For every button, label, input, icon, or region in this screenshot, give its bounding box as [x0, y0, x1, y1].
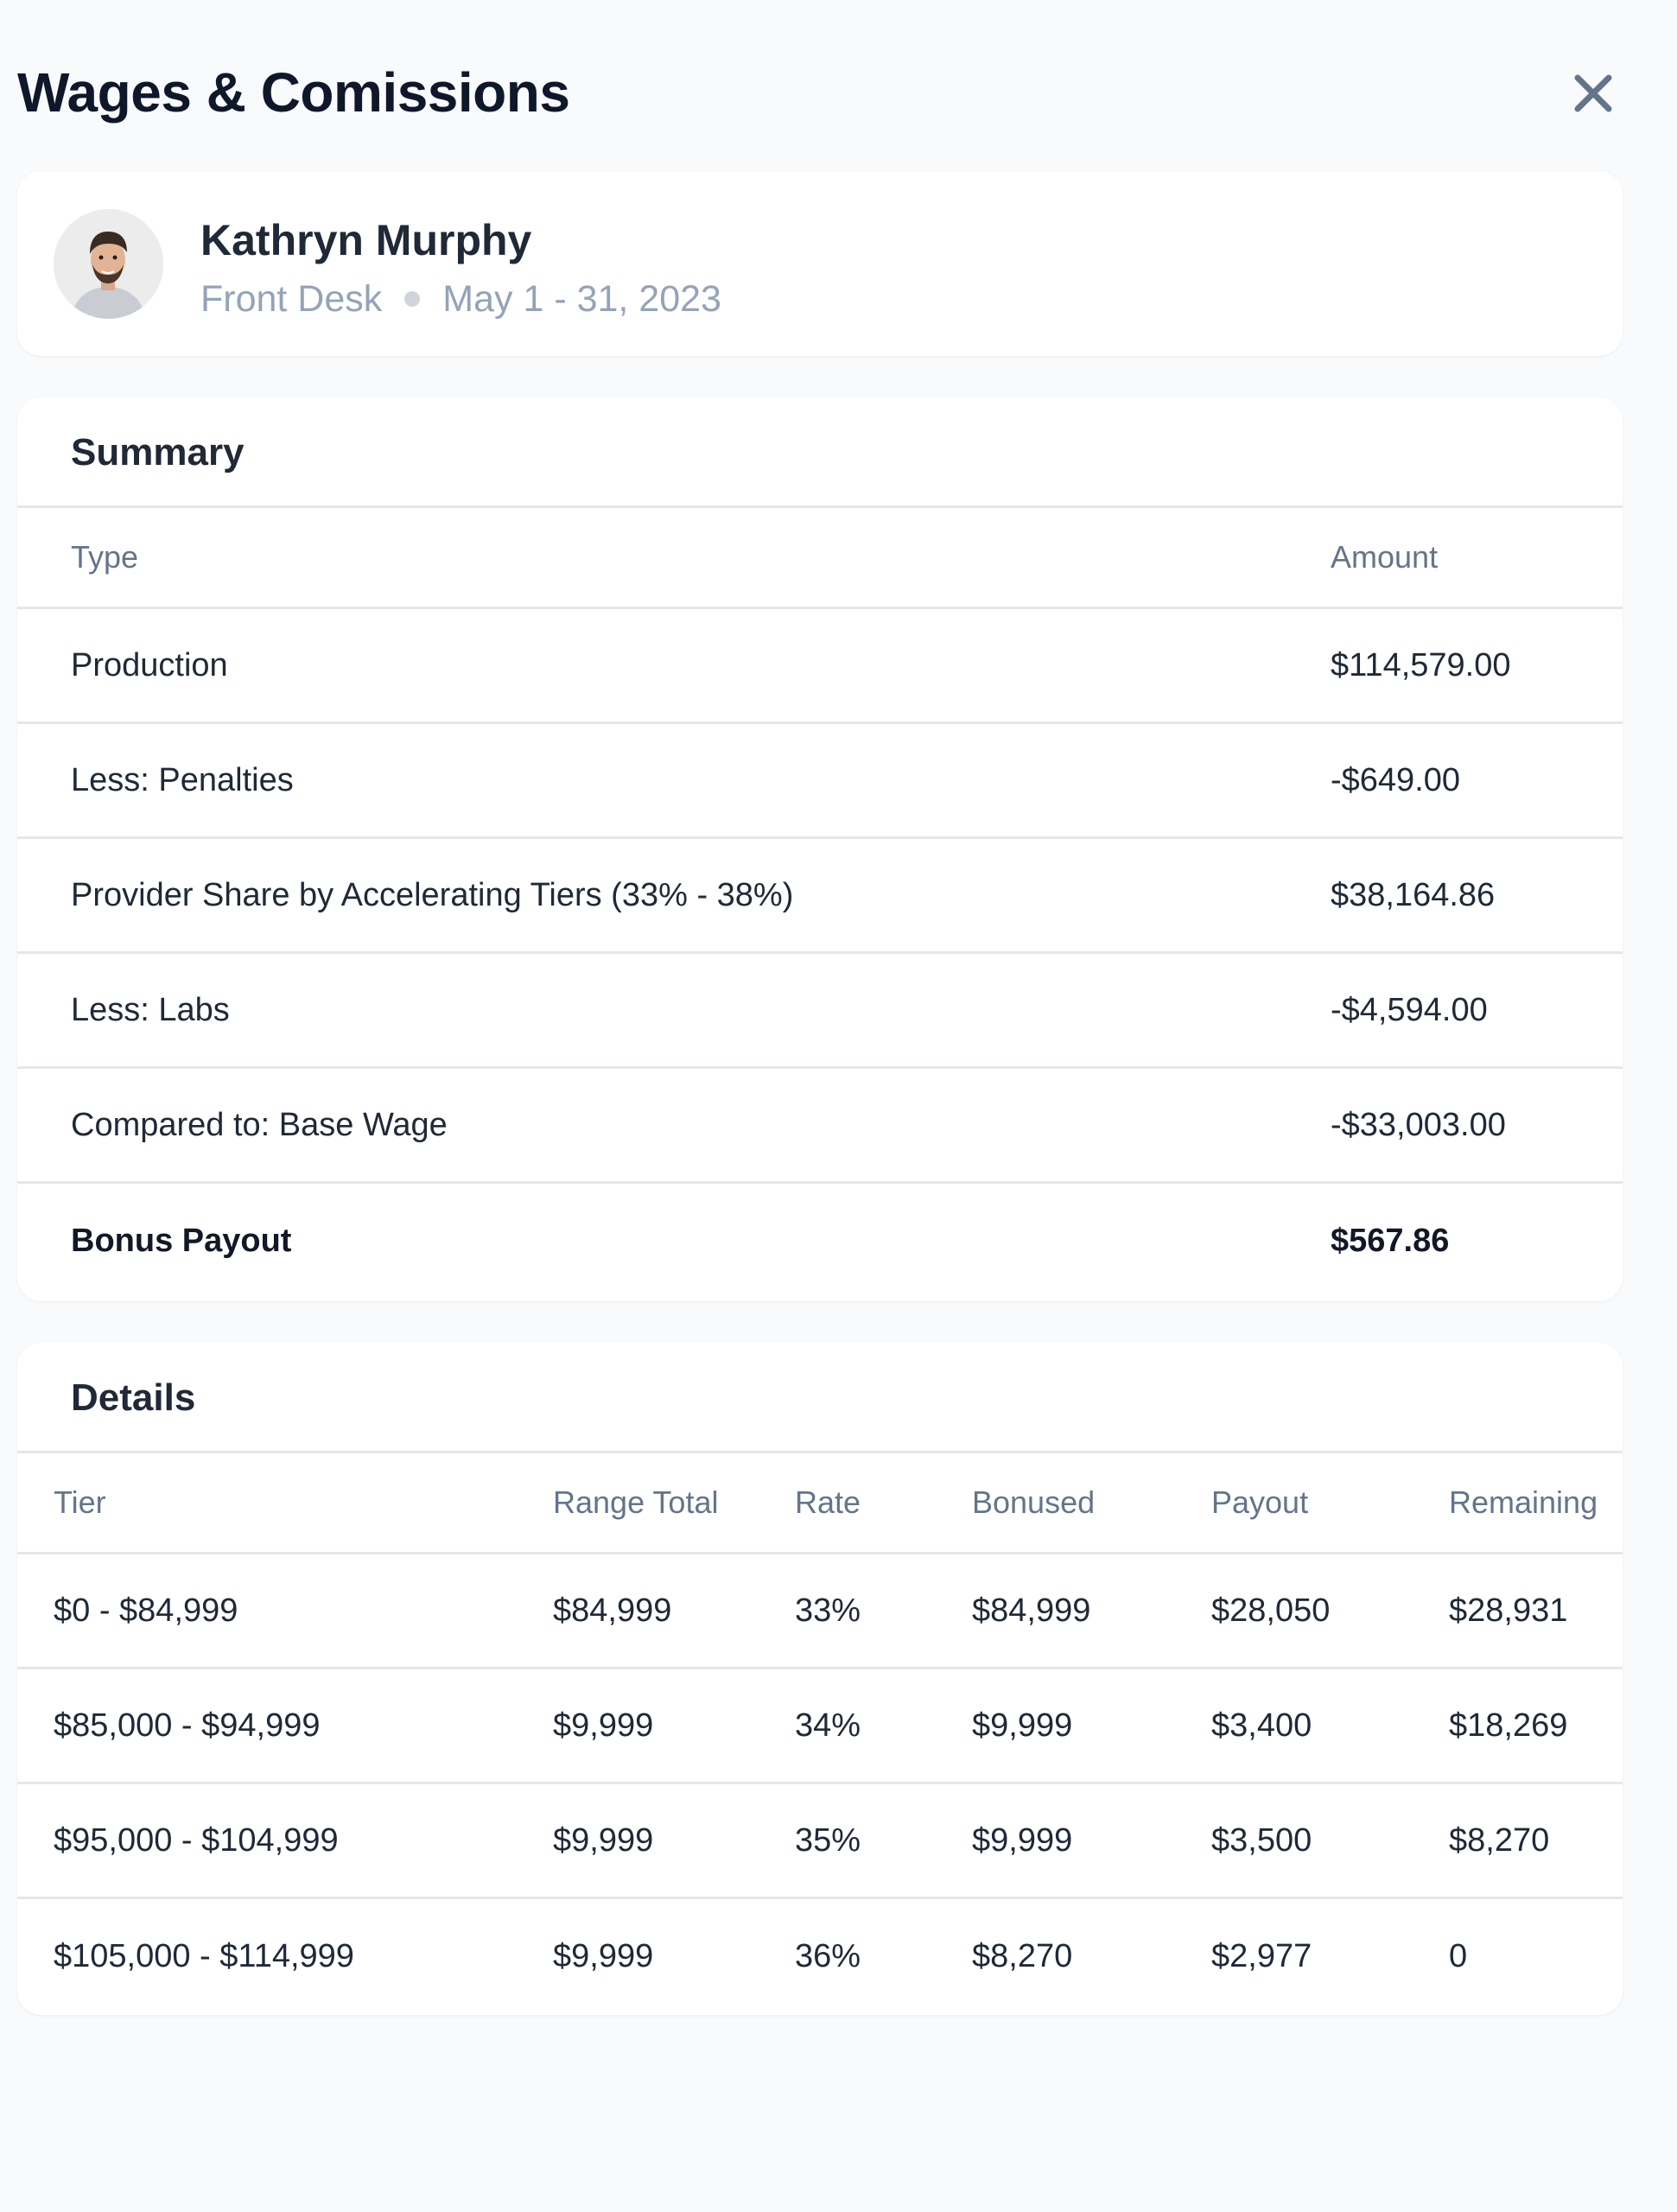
- column-header-rate: Rate: [795, 1484, 861, 1520]
- remaining-cell: 0: [1449, 1938, 1468, 1974]
- remaining-cell: $28,931: [1449, 1592, 1568, 1629]
- summary-type: Production: [71, 646, 228, 683]
- avatar-photo: [54, 209, 163, 319]
- summary-type: Less: Labs: [71, 991, 230, 1028]
- rate-cell: 36%: [795, 1938, 861, 1974]
- column-header-tier: Tier: [54, 1484, 106, 1520]
- close-button[interactable]: [1564, 64, 1623, 123]
- tier-cell: $85,000 - $94,999: [54, 1707, 321, 1744]
- summary-amount: -$33,003.00: [1331, 1106, 1506, 1143]
- details-title: Details: [17, 1343, 1623, 1453]
- close-icon: [1574, 74, 1612, 112]
- profile-name: Kathryn Murphy: [200, 216, 532, 264]
- rate-cell: 34%: [795, 1707, 861, 1744]
- bonused-cell: $8,270: [972, 1938, 1073, 1974]
- summary-type: Compared to: Base Wage: [71, 1106, 448, 1143]
- details-header-row: Tier Range Total Rate Bonused Payout Rem…: [17, 1453, 1623, 1554]
- summary-row-labs: Less: Labs -$4,594.00: [17, 954, 1623, 1069]
- remaining-cell: $18,269: [1449, 1707, 1568, 1744]
- tier-cell: $95,000 - $104,999: [54, 1821, 339, 1859]
- payout-cell: $2,977: [1211, 1938, 1312, 1974]
- bonused-cell: $9,999: [972, 1821, 1073, 1859]
- remaining-cell: $8,270: [1449, 1821, 1550, 1859]
- profile-meta: Front Desk May 1 - 31, 2023: [200, 273, 721, 325]
- summary-amount: $38,164.86: [1331, 876, 1496, 913]
- summary-header-row: Type Amount: [17, 508, 1623, 609]
- bonused-cell: $84,999: [972, 1592, 1091, 1629]
- summary-amount: -$649.00: [1331, 761, 1461, 798]
- table-row: $95,000 - $104,999 $9,999 35% $9,999 $3,…: [17, 1784, 1623, 1899]
- summary-row-production: Production $114,579.00: [17, 609, 1623, 724]
- summary-row-provider-share: Provider Share by Accelerating Tiers (33…: [17, 839, 1623, 954]
- summary-card: Summary Type Amount Production $114,579.…: [17, 397, 1623, 1301]
- profile-period: May 1 - 31, 2023: [442, 278, 721, 320]
- separator-dot: [404, 291, 421, 307]
- column-header-remaining: Remaining: [1449, 1484, 1598, 1520]
- range-total-cell: $9,999: [553, 1821, 654, 1859]
- summary-type: Less: Penalties: [71, 761, 294, 798]
- page-title: Wages & Comissions: [17, 61, 570, 124]
- details-table: Tier Range Total Rate Bonused Payout Rem…: [17, 1453, 1623, 2014]
- tier-cell: $0 - $84,999: [54, 1592, 238, 1629]
- summary-row-bonus-payout: Bonus Payout $567.86: [17, 1184, 1623, 1299]
- summary-amount: $114,579.00: [1331, 646, 1511, 683]
- summary-title: Summary: [17, 397, 1623, 508]
- summary-row-base-wage: Compared to: Base Wage -$33,003.00: [17, 1069, 1623, 1184]
- range-total-cell: $84,999: [553, 1592, 672, 1629]
- bonused-cell: $9,999: [972, 1707, 1073, 1744]
- tier-cell: $105,000 - $114,999: [54, 1938, 354, 1974]
- table-row: $105,000 - $114,999 $9,999 36% $8,270 $2…: [17, 1899, 1623, 2014]
- payout-cell: $28,050: [1211, 1592, 1331, 1629]
- summary-table: Type Amount Production $114,579.00 Less:…: [17, 508, 1623, 1299]
- payout-cell: $3,500: [1211, 1821, 1312, 1859]
- profile-card: Kathryn Murphy Front Desk May 1 - 31, 20…: [17, 171, 1623, 356]
- column-header-amount: Amount: [1331, 539, 1439, 575]
- avatar: [54, 209, 163, 319]
- summary-amount: $567.86: [1331, 1223, 1450, 1259]
- range-total-cell: $9,999: [553, 1938, 654, 1974]
- range-total-cell: $9,999: [553, 1707, 654, 1744]
- table-row: $85,000 - $94,999 $9,999 34% $9,999 $3,4…: [17, 1669, 1623, 1784]
- details-card: Details Tier Range Total Rate Bonused Pa…: [17, 1343, 1623, 2015]
- profile-role: Front Desk: [200, 278, 383, 320]
- rate-cell: 35%: [795, 1821, 861, 1859]
- summary-type: Provider Share by Accelerating Tiers (33…: [71, 876, 794, 913]
- table-row: $0 - $84,999 $84,999 33% $84,999 $28,050…: [17, 1554, 1623, 1669]
- column-header-type: Type: [71, 539, 139, 575]
- rate-cell: 33%: [795, 1592, 861, 1629]
- column-header-payout: Payout: [1211, 1484, 1309, 1520]
- column-header-bonused: Bonused: [972, 1484, 1096, 1520]
- summary-row-penalties: Less: Penalties -$649.00: [17, 724, 1623, 839]
- summary-amount: -$4,594.00: [1331, 991, 1488, 1028]
- header: Wages & Comissions: [17, 54, 1623, 131]
- payout-cell: $3,400: [1211, 1707, 1312, 1744]
- summary-type: Bonus Payout: [71, 1223, 292, 1259]
- column-header-range-total: Range Total: [553, 1484, 719, 1520]
